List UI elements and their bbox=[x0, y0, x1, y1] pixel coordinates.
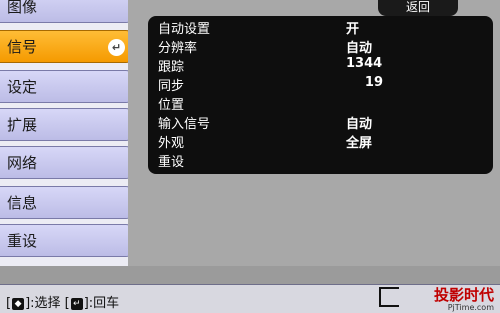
setting-row-position[interactable]: 位置 bbox=[148, 94, 493, 113]
setting-row-aspect[interactable]: 外观 全屏 bbox=[148, 132, 493, 151]
watermark-logo: 投影时代 PjTime.com bbox=[434, 287, 494, 313]
setting-label: 重设 bbox=[158, 155, 185, 170]
setting-value: 全屏 bbox=[346, 136, 373, 151]
help-bar: [◆]:选择 [↵]:回车 投影时代 PjTime.com bbox=[0, 284, 500, 313]
setting-label: 输入信号 bbox=[158, 117, 211, 132]
setting-row-tracking[interactable]: 跟踪 1344 bbox=[148, 56, 493, 75]
enter-icon: ↵ bbox=[108, 39, 125, 56]
sidebar-item-label: 扩展 bbox=[7, 116, 38, 134]
sidebar-item-info[interactable]: 信息 bbox=[0, 186, 134, 219]
sidebar-item-label: 信息 bbox=[7, 194, 38, 212]
select-label: ]:选择 [ bbox=[25, 296, 70, 311]
watermark-text: 投影时代 bbox=[433, 286, 494, 304]
sidebar-item-network[interactable]: 网络 bbox=[0, 146, 134, 179]
setting-label: 位置 bbox=[158, 98, 185, 113]
setting-label: 外观 bbox=[158, 136, 185, 151]
setting-label: 分辨率 bbox=[158, 41, 198, 56]
setting-label: 同步 bbox=[158, 79, 185, 94]
sidebar-item-label: 设定 bbox=[7, 78, 38, 96]
enter-label: ]:回车 bbox=[83, 296, 120, 311]
sidebar-item-image[interactable]: 图像 bbox=[0, 0, 134, 23]
sidebar-item-label: 网络 bbox=[7, 154, 38, 172]
sidebar-item-extended[interactable]: 扩展 bbox=[0, 108, 134, 141]
setting-row-input-signal[interactable]: 输入信号 自动 bbox=[148, 113, 493, 132]
select-arrows-icon: ◆ bbox=[12, 297, 25, 310]
help-hint: [◆]:选择 [↵]:回车 bbox=[6, 292, 119, 311]
bracket-left: [ bbox=[6, 296, 12, 311]
sidebar-item-label: 图像 bbox=[7, 0, 38, 16]
setting-value: 自动 bbox=[346, 117, 373, 132]
back-button[interactable]: 返回 bbox=[378, 0, 458, 16]
setting-row-auto-setup[interactable]: 自动设置 开 bbox=[148, 18, 493, 37]
setting-label: 跟踪 bbox=[158, 60, 185, 75]
sidebar-item-reset[interactable]: 重设 bbox=[0, 224, 134, 257]
sidebar-item-settings[interactable]: 设定 bbox=[0, 70, 134, 103]
setting-row-resolution[interactable]: 分辨率 自动 bbox=[148, 37, 493, 56]
setting-value: 1344 bbox=[346, 56, 383, 71]
setting-row-reset[interactable]: 重设 bbox=[148, 151, 493, 170]
setting-value: 19 bbox=[364, 75, 383, 90]
setting-value: 自动 bbox=[346, 41, 373, 56]
sidebar-item-signal[interactable]: 信号 ↵ bbox=[0, 30, 134, 63]
setting-row-sync[interactable]: 同步 19 bbox=[148, 75, 493, 94]
enter-key-icon: ↵ bbox=[70, 297, 83, 310]
setting-label: 自动设置 bbox=[158, 22, 211, 37]
watermark-url: PjTime.com bbox=[447, 303, 494, 312]
sidebar: 图像 信号 ↵ 设定 扩展 网络 信息 重设 bbox=[0, 0, 136, 266]
bracket-decoration bbox=[379, 287, 399, 307]
setting-value: 开 bbox=[346, 22, 360, 37]
sidebar-item-label: 信号 bbox=[7, 38, 38, 56]
sidebar-item-label: 重设 bbox=[7, 232, 38, 250]
